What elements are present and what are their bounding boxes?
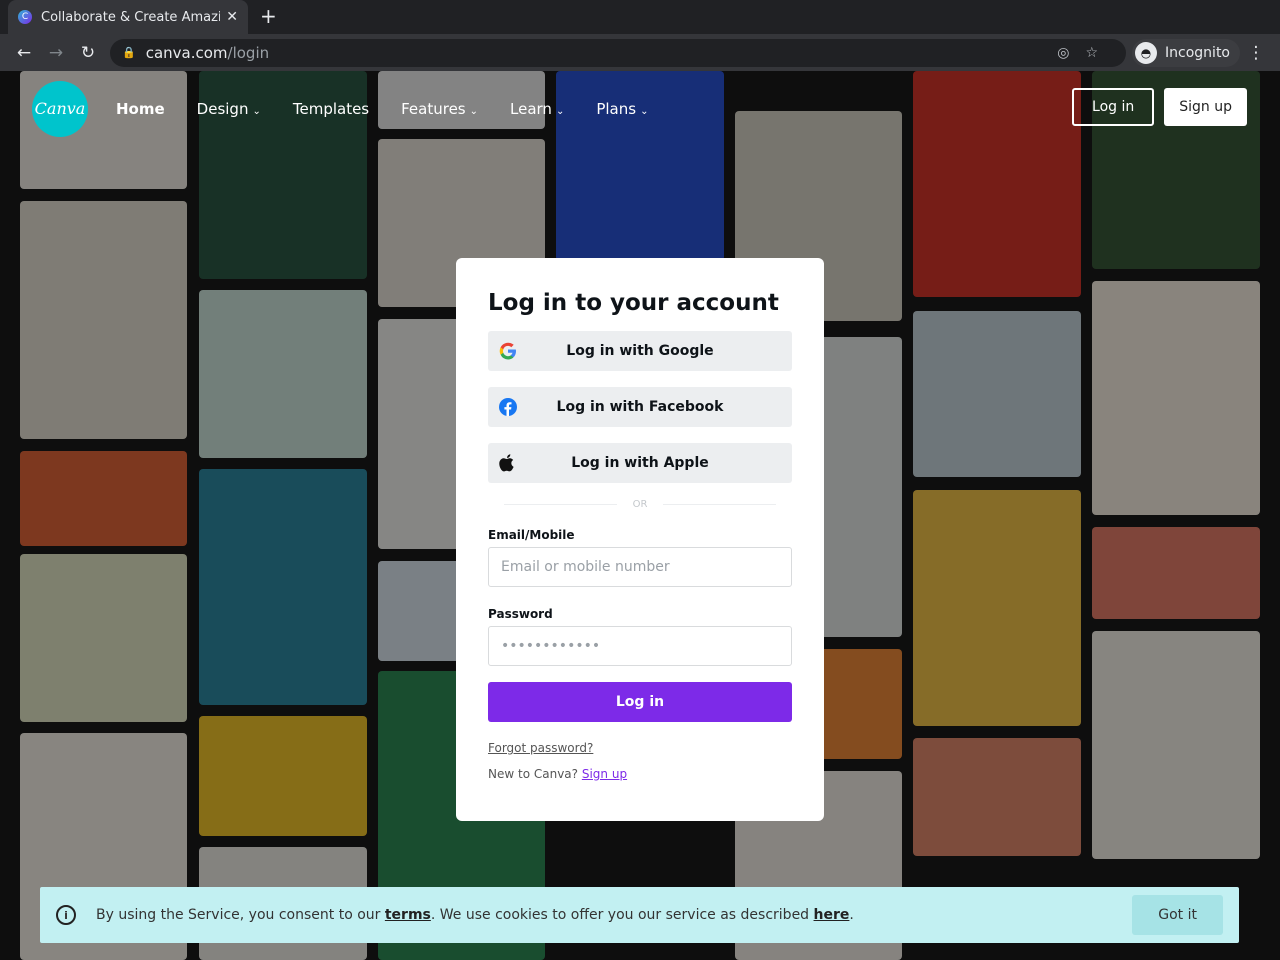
google-login-button[interactable]: Log in with Google	[488, 331, 792, 371]
browser-tab[interactable]: C Collaborate & Create Amazing ✕	[8, 0, 248, 34]
bookmark-star-icon[interactable]: ☆	[1085, 45, 1114, 61]
canva-favicon-icon: C	[18, 10, 32, 24]
lock-icon: 🔒	[122, 46, 136, 59]
chevron-down-icon: ⌄	[252, 105, 261, 117]
close-tab-icon[interactable]: ✕	[226, 9, 238, 25]
facebook-login-button[interactable]: Log in with Facebook	[488, 387, 792, 427]
signup-link[interactable]: Sign up	[582, 767, 627, 781]
nav-login-button[interactable]: Log in	[1072, 88, 1155, 126]
password-input[interactable]	[488, 626, 792, 666]
nav-learn[interactable]: Learn ⌄	[510, 100, 564, 118]
forgot-password-link[interactable]: Forgot password?	[488, 741, 792, 755]
url-path: /login	[227, 43, 270, 62]
nav-plans[interactable]: Plans ⌄	[596, 100, 648, 118]
chevron-down-icon: ⌄	[640, 105, 649, 117]
cookie-text: By using the Service, you consent to our…	[96, 907, 854, 923]
got-it-button[interactable]: Got it	[1132, 895, 1223, 935]
browser-toolbar: ← → ↻ 🔒 canva.com/login ◎☆ ◓ Incognito ⋮	[0, 34, 1280, 71]
cookie-banner: i By using the Service, you consent to o…	[40, 887, 1239, 943]
nav-features[interactable]: Features ⌄	[401, 100, 478, 118]
email-input[interactable]	[488, 547, 792, 587]
google-icon	[499, 342, 516, 360]
password-label: Password	[488, 607, 553, 621]
signup-prompt: New to Canva? Sign up	[488, 767, 628, 781]
nav-templates[interactable]: Templates	[293, 100, 369, 118]
nav-home[interactable]: Home	[116, 100, 165, 118]
chevron-down-icon: ⌄	[555, 105, 565, 117]
login-title: Log in to your account	[488, 290, 779, 316]
forward-icon[interactable]: →	[40, 43, 72, 63]
address-bar[interactable]: 🔒 canva.com/login ◎☆	[110, 38, 1127, 67]
login-card: Log in to your account Log in with Googl…	[456, 258, 824, 821]
tracking-blocked-icon[interactable]: ◎	[1057, 45, 1085, 61]
or-divider: OR	[488, 499, 792, 510]
back-icon[interactable]: ←	[8, 43, 40, 63]
login-button[interactable]: Log in	[488, 682, 792, 722]
email-label: Email/Mobile	[488, 528, 575, 542]
tab-title: Collaborate & Create Amazing	[41, 9, 221, 25]
tab-strip: C Collaborate & Create Amazing ✕ +	[0, 0, 1280, 34]
terms-link[interactable]: terms	[385, 907, 431, 923]
here-link[interactable]: here	[814, 907, 850, 923]
apple-login-button[interactable]: Log in with Apple	[488, 443, 792, 483]
incognito-label: Incognito	[1165, 44, 1230, 61]
incognito-profile[interactable]: ◓ Incognito	[1132, 38, 1240, 67]
url-host: canva.com	[145, 43, 228, 62]
google-login-label: Log in with Google	[566, 343, 714, 359]
top-nav: Canva Home Design ⌄ Templates Features ⌄ L…	[0, 71, 1280, 146]
incognito-icon: ◓	[1135, 41, 1158, 64]
apple-icon	[499, 454, 514, 472]
facebook-icon	[499, 398, 517, 416]
apple-login-label: Log in with Apple	[571, 455, 709, 471]
canva-logo[interactable]: Canva	[32, 80, 88, 137]
nav-design[interactable]: Design ⌄	[197, 100, 261, 118]
chevron-down-icon: ⌄	[469, 105, 479, 117]
new-tab-icon[interactable]: +	[260, 4, 277, 28]
reload-icon[interactable]: ↻	[72, 43, 104, 63]
nav-signup-button[interactable]: Sign up	[1164, 88, 1247, 126]
info-icon: i	[56, 905, 76, 925]
menu-icon[interactable]: ⋮	[1240, 43, 1272, 63]
facebook-login-label: Log in with Facebook	[556, 399, 724, 415]
